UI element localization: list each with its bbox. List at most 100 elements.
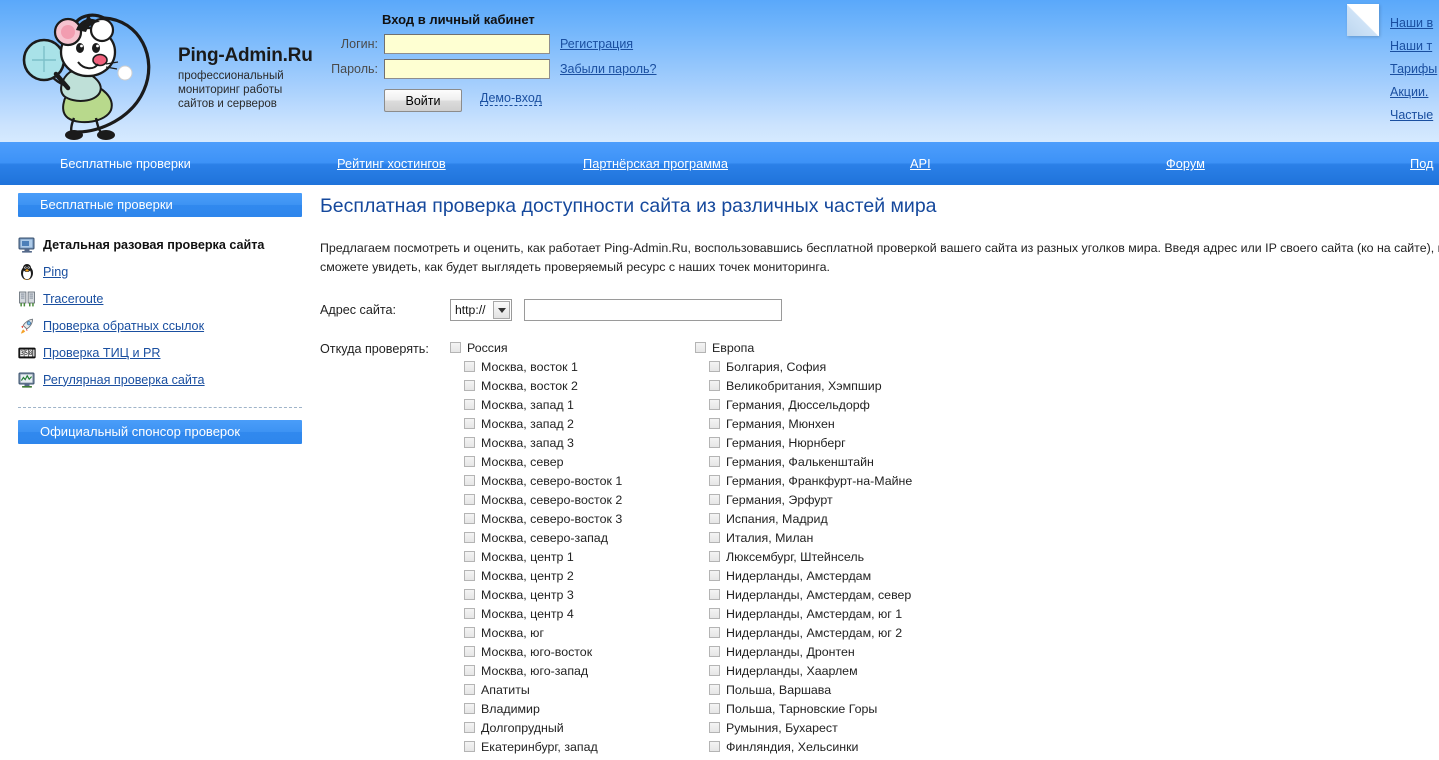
location-option-row[interactable]: Москва, центр 4: [450, 604, 695, 623]
location-option-row[interactable]: Германия, Эрфурт: [695, 490, 995, 509]
location-option-row[interactable]: Люксембург, Штейнсель: [695, 547, 995, 566]
location-checkbox[interactable]: [464, 418, 475, 429]
location-checkbox[interactable]: [464, 627, 475, 638]
group-checkbox-europe[interactable]: [695, 342, 706, 353]
sidebar-item-backlinks[interactable]: Проверка обратных ссылок: [18, 312, 302, 339]
sidebar-item-ping[interactable]: Ping: [18, 258, 302, 285]
location-checkbox[interactable]: [709, 551, 720, 562]
location-checkbox[interactable]: [709, 494, 720, 505]
location-option-row[interactable]: Москва, восток 1: [450, 357, 695, 376]
location-checkbox[interactable]: [709, 608, 720, 619]
location-option-row[interactable]: Нидерланды, Амстердам, юг 1: [695, 604, 995, 623]
location-option-row[interactable]: Москва, северо-восток 3: [450, 509, 695, 528]
chevron-down-icon[interactable]: [493, 301, 510, 319]
location-option-row[interactable]: Москва, запад 3: [450, 433, 695, 452]
location-checkbox[interactable]: [464, 684, 475, 695]
nav-item-support[interactable]: Под: [1410, 156, 1434, 171]
header-link-0[interactable]: Наши в: [1390, 12, 1437, 35]
nav-item-free-checks[interactable]: Бесплатные проверки: [60, 156, 191, 171]
location-checkbox[interactable]: [709, 532, 720, 543]
location-option-row[interactable]: Нидерланды, Амстердам, север: [695, 585, 995, 604]
nav-item-hosting-rating[interactable]: Рейтинг хостингов: [337, 156, 446, 171]
location-option-row[interactable]: Польша, Варшава: [695, 680, 995, 699]
location-option-row[interactable]: Германия, Нюрнберг: [695, 433, 995, 452]
location-checkbox[interactable]: [464, 646, 475, 657]
location-checkbox[interactable]: [464, 703, 475, 714]
location-checkbox[interactable]: [464, 513, 475, 524]
location-option-row[interactable]: Москва, северо-восток 1: [450, 471, 695, 490]
register-link[interactable]: Регистрация: [560, 37, 633, 51]
location-checkbox[interactable]: [464, 722, 475, 733]
location-option-row[interactable]: Нидерланды, Амстердам: [695, 566, 995, 585]
location-option-row[interactable]: Германия, Фалькенштайн: [695, 452, 995, 471]
location-checkbox[interactable]: [709, 646, 720, 657]
location-checkbox[interactable]: [464, 437, 475, 448]
location-option-row[interactable]: Москва, центр 3: [450, 585, 695, 604]
header-link-1[interactable]: Наши т: [1390, 35, 1437, 58]
nav-item-api[interactable]: API: [910, 156, 931, 171]
location-checkbox[interactable]: [464, 741, 475, 752]
location-option-row[interactable]: Москва, северо-восток 2: [450, 490, 695, 509]
header-link-4[interactable]: Частые: [1390, 104, 1437, 127]
nav-item-forum[interactable]: Форум: [1166, 156, 1205, 171]
location-checkbox[interactable]: [464, 551, 475, 562]
login-submit-button[interactable]: Войти: [384, 89, 462, 112]
location-option-row[interactable]: Нидерланды, Дронтен: [695, 642, 995, 661]
location-option-row[interactable]: Нидерланды, Амстердам, юг 2: [695, 623, 995, 642]
location-checkbox[interactable]: [709, 475, 720, 486]
group-checkbox-row-russia[interactable]: Россия: [450, 338, 695, 357]
location-checkbox[interactable]: [709, 570, 720, 581]
location-option-row[interactable]: Екатеринбург, запад: [450, 737, 695, 756]
location-option-row[interactable]: Германия, Дюссельдорф: [695, 395, 995, 414]
location-option-row[interactable]: Москва, юг: [450, 623, 695, 642]
location-option-row[interactable]: Германия, Мюнхен: [695, 414, 995, 433]
location-checkbox[interactable]: [709, 627, 720, 638]
location-checkbox[interactable]: [464, 570, 475, 581]
location-checkbox[interactable]: [464, 589, 475, 600]
location-option-row[interactable]: Апатиты: [450, 680, 695, 699]
location-option-row[interactable]: Польша, Тарновские Горы: [695, 699, 995, 718]
location-checkbox[interactable]: [464, 361, 475, 372]
location-option-row[interactable]: Москва, запад 2: [450, 414, 695, 433]
location-checkbox[interactable]: [709, 380, 720, 391]
location-checkbox[interactable]: [464, 494, 475, 505]
sidebar-item-tic-pr[interactable]: 3 5 8 Проверка ТИЦ и PR: [18, 339, 302, 366]
location-checkbox[interactable]: [464, 608, 475, 619]
location-option-row[interactable]: Москва, север: [450, 452, 695, 471]
location-option-row[interactable]: Долгопрудный: [450, 718, 695, 737]
location-option-row[interactable]: Болгария, София: [695, 357, 995, 376]
location-option-row[interactable]: Москва, северо-запад: [450, 528, 695, 547]
location-checkbox[interactable]: [709, 741, 720, 752]
location-checkbox[interactable]: [464, 532, 475, 543]
login-input[interactable]: [384, 34, 550, 54]
location-option-row[interactable]: Италия, Милан: [695, 528, 995, 547]
password-input[interactable]: [384, 59, 550, 79]
location-checkbox[interactable]: [709, 589, 720, 600]
location-option-row[interactable]: Москва, запад 1: [450, 395, 695, 414]
group-checkbox-russia[interactable]: [450, 342, 461, 353]
location-checkbox[interactable]: [464, 380, 475, 391]
location-option-row[interactable]: Испания, Мадрид: [695, 509, 995, 528]
location-checkbox[interactable]: [709, 399, 720, 410]
sidebar-item-regular-check[interactable]: Регулярная проверка сайта: [18, 366, 302, 393]
location-option-row[interactable]: Нидерланды, Хаарлем: [695, 661, 995, 680]
location-option-row[interactable]: Москва, центр 1: [450, 547, 695, 566]
location-option-row[interactable]: Финляндия, Хельсинки: [695, 737, 995, 756]
location-checkbox[interactable]: [709, 456, 720, 467]
header-link-2[interactable]: Тарифы: [1390, 58, 1437, 81]
url-input[interactable]: [524, 299, 782, 321]
demo-login-link[interactable]: Демо-вход: [480, 91, 542, 106]
protocol-select[interactable]: http://: [450, 299, 512, 321]
forgot-password-link[interactable]: Забыли пароль?: [560, 62, 657, 76]
sidebar-item-detailed-check[interactable]: Детальная разовая проверка сайта: [18, 231, 302, 258]
location-option-row[interactable]: Москва, юго-запад: [450, 661, 695, 680]
location-option-row[interactable]: Германия, Франкфурт-на-Майне: [695, 471, 995, 490]
location-checkbox[interactable]: [709, 361, 720, 372]
location-option-row[interactable]: Владимир: [450, 699, 695, 718]
logo-block[interactable]: Ping-Admin.Ru профессиональный мониторин…: [18, 4, 328, 140]
location-checkbox[interactable]: [709, 665, 720, 676]
location-option-row[interactable]: Румыния, Бухарест: [695, 718, 995, 737]
location-checkbox[interactable]: [709, 722, 720, 733]
location-option-row[interactable]: Москва, восток 2: [450, 376, 695, 395]
location-checkbox[interactable]: [464, 456, 475, 467]
